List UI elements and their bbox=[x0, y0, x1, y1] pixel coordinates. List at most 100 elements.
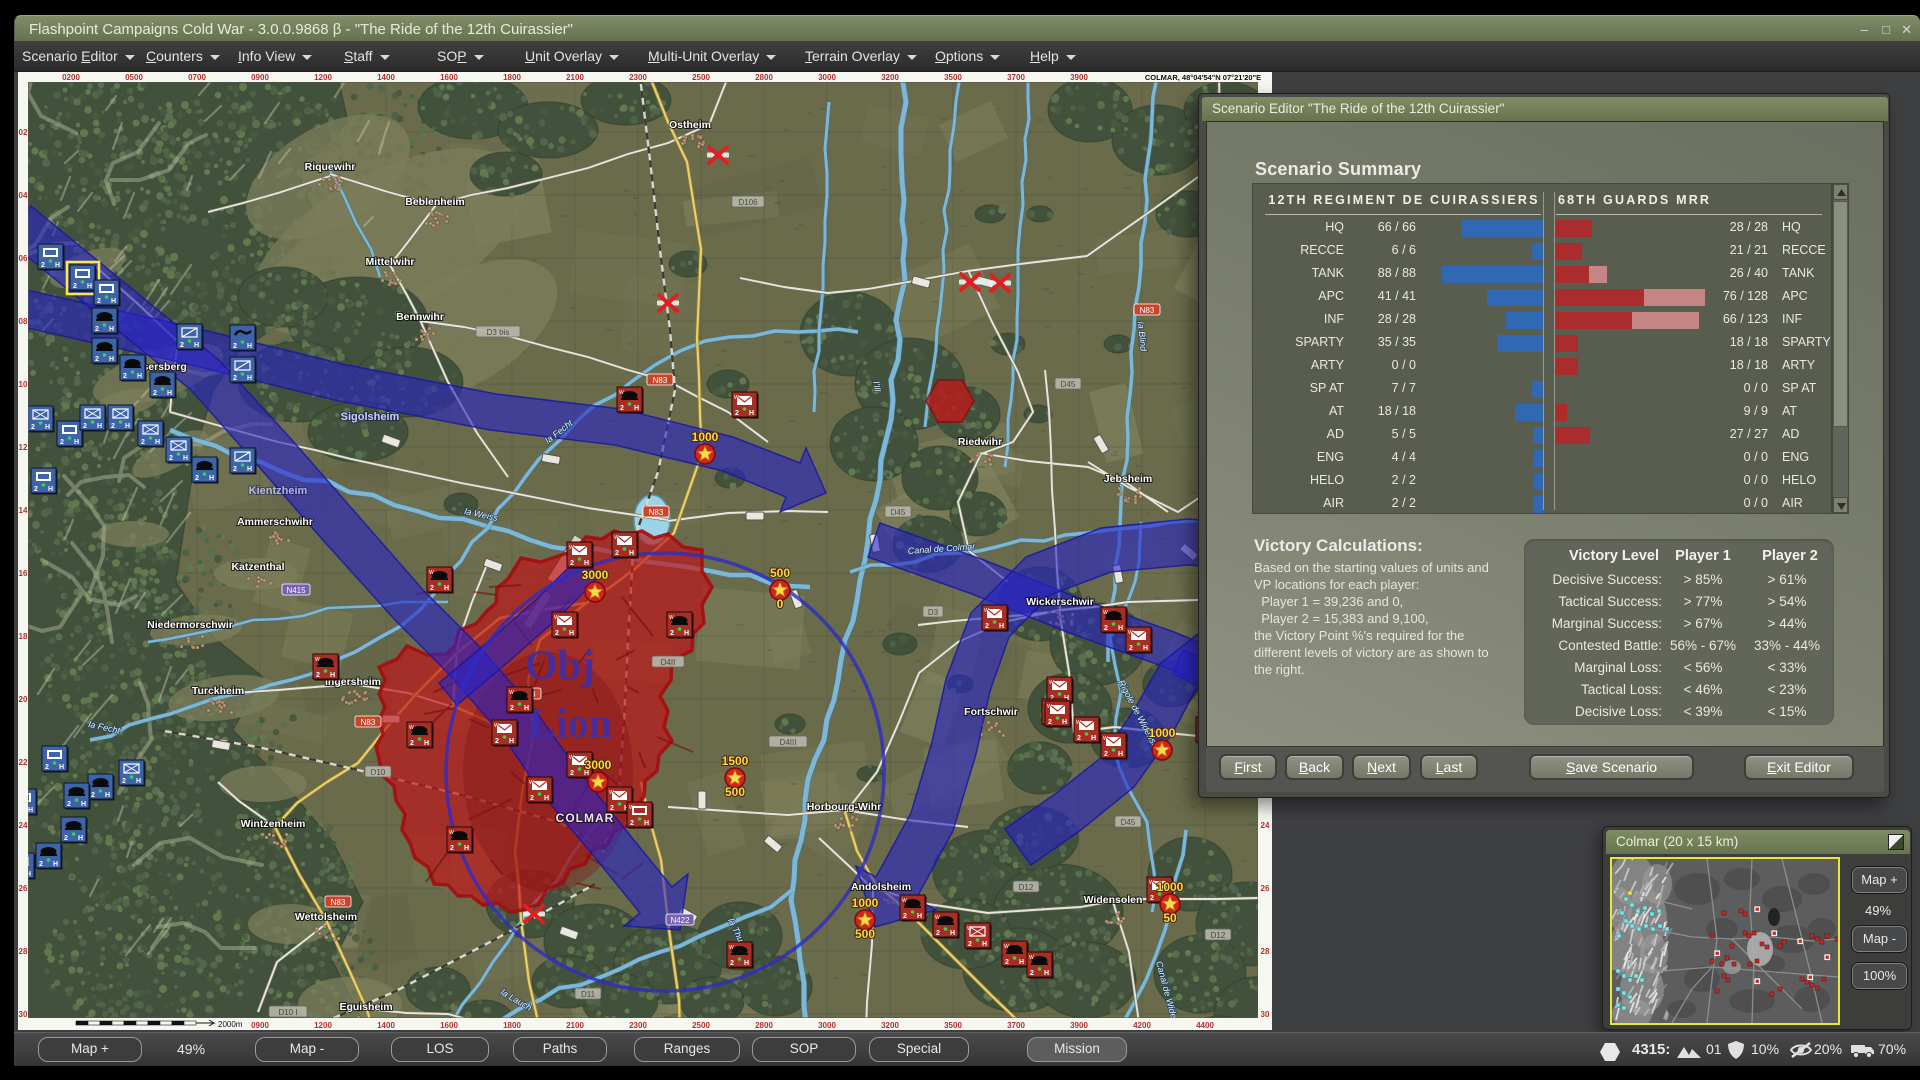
svg-text:06: 06 bbox=[19, 254, 28, 263]
svg-text:2: 2 bbox=[195, 475, 199, 482]
svg-text:1500: 1500 bbox=[722, 754, 749, 768]
svg-text:Fortschwir: Fortschwir bbox=[964, 706, 1018, 718]
svg-text:H: H bbox=[629, 550, 634, 557]
svg-text:2: 2 bbox=[1129, 645, 1133, 652]
svg-text:Andolsheim: Andolsheim bbox=[851, 881, 911, 893]
svg-text:2800: 2800 bbox=[755, 73, 773, 82]
svg-text:H: H bbox=[55, 262, 60, 269]
svg-text:28: 28 bbox=[1261, 947, 1270, 956]
svg-text:2: 2 bbox=[410, 740, 414, 747]
svg-text:2: 2 bbox=[91, 792, 95, 799]
svg-text:H: H bbox=[1019, 959, 1024, 966]
svg-text:W: W bbox=[1047, 704, 1052, 710]
svg-text:Widensolen: Widensolen bbox=[1084, 894, 1143, 906]
svg-text:08: 08 bbox=[19, 317, 28, 326]
svg-text:1600: 1600 bbox=[440, 1021, 458, 1030]
svg-text:H: H bbox=[59, 764, 64, 771]
svg-text:2: 2 bbox=[97, 298, 101, 305]
svg-text:Wickerschwir: Wickerschwir bbox=[1026, 596, 1094, 608]
svg-text:2: 2 bbox=[141, 439, 145, 446]
svg-text:H: H bbox=[569, 630, 574, 637]
svg-text:H: H bbox=[87, 283, 92, 290]
svg-text:2: 2 bbox=[180, 342, 184, 349]
svg-text:W: W bbox=[1128, 630, 1133, 636]
svg-text:02: 02 bbox=[19, 128, 28, 137]
svg-text:2: 2 bbox=[73, 283, 77, 290]
svg-text:2: 2 bbox=[41, 262, 45, 269]
svg-text:3000: 3000 bbox=[585, 758, 612, 772]
svg-text:W: W bbox=[494, 723, 499, 729]
svg-text:H: H bbox=[183, 455, 188, 462]
svg-text:2: 2 bbox=[122, 778, 126, 785]
svg-text:W: W bbox=[509, 690, 514, 696]
svg-text:W: W bbox=[554, 615, 559, 621]
svg-text:3200: 3200 bbox=[881, 73, 899, 82]
svg-text:Wettolsheim: Wettolsheim bbox=[295, 911, 357, 923]
svg-text:2: 2 bbox=[60, 439, 64, 446]
svg-text:0700: 0700 bbox=[188, 73, 206, 82]
svg-text:Lion: Lion bbox=[528, 701, 612, 747]
svg-text:H: H bbox=[917, 913, 922, 920]
svg-text:H: H bbox=[999, 623, 1004, 630]
svg-text:W: W bbox=[429, 570, 434, 576]
svg-text:H: H bbox=[194, 342, 199, 349]
svg-text:22: 22 bbox=[19, 758, 28, 767]
svg-text:Ostheim: Ostheim bbox=[669, 119, 711, 131]
svg-text:D45: D45 bbox=[1121, 818, 1136, 827]
svg-text:W: W bbox=[902, 898, 907, 904]
svg-text:N422: N422 bbox=[670, 916, 690, 925]
svg-text:0200: 0200 bbox=[62, 73, 80, 82]
svg-text:W: W bbox=[669, 615, 674, 621]
svg-text:2: 2 bbox=[233, 375, 237, 382]
svg-text:2: 2 bbox=[233, 343, 237, 350]
svg-text:0900: 0900 bbox=[251, 73, 269, 82]
svg-text:1000: 1000 bbox=[1157, 880, 1184, 894]
svg-text:D3: D3 bbox=[928, 608, 939, 617]
svg-text:H: H bbox=[749, 410, 754, 417]
svg-text:2: 2 bbox=[153, 390, 157, 397]
svg-text:H: H bbox=[424, 740, 429, 747]
svg-text:24: 24 bbox=[1261, 821, 1270, 830]
svg-text:W: W bbox=[967, 926, 972, 932]
svg-text:H: H bbox=[97, 423, 102, 430]
svg-text:2100: 2100 bbox=[566, 1021, 584, 1030]
svg-text:H: H bbox=[464, 845, 469, 852]
svg-text:1200: 1200 bbox=[314, 73, 332, 82]
svg-text:10: 10 bbox=[19, 380, 28, 389]
svg-text:2: 2 bbox=[968, 941, 972, 948]
svg-text:2: 2 bbox=[570, 770, 574, 777]
svg-text:H: H bbox=[74, 439, 79, 446]
svg-text:3700: 3700 bbox=[1007, 73, 1025, 82]
svg-text:H: H bbox=[167, 390, 172, 397]
svg-text:H: H bbox=[247, 343, 252, 350]
svg-text:H: H bbox=[584, 560, 589, 567]
svg-text:Bennwihr: Bennwihr bbox=[396, 311, 444, 323]
svg-text:Riedwihr: Riedwihr bbox=[958, 436, 1002, 448]
svg-text:N83: N83 bbox=[1140, 306, 1155, 315]
svg-text:W: W bbox=[409, 725, 414, 731]
svg-text:COLMAR, 48°04'54"N 07°21'20"E: COLMAR, 48°04'54"N 07°21'20"E bbox=[1145, 73, 1261, 82]
svg-text:16: 16 bbox=[19, 569, 28, 578]
svg-text:0900: 0900 bbox=[251, 1021, 269, 1030]
svg-text:N83: N83 bbox=[653, 376, 668, 385]
svg-text:2300: 2300 bbox=[629, 1021, 647, 1030]
svg-text:H: H bbox=[444, 585, 449, 592]
svg-text:2800: 2800 bbox=[755, 1021, 773, 1030]
svg-text:2300: 2300 bbox=[629, 73, 647, 82]
svg-text:2: 2 bbox=[1048, 719, 1052, 726]
svg-text:24: 24 bbox=[19, 821, 28, 830]
svg-text:2: 2 bbox=[95, 326, 99, 333]
svg-text:W: W bbox=[1103, 610, 1108, 616]
svg-text:2: 2 bbox=[730, 960, 734, 967]
svg-text:2: 2 bbox=[735, 410, 739, 417]
svg-text:D10: D10 bbox=[371, 768, 386, 777]
svg-text:2: 2 bbox=[45, 764, 49, 771]
svg-text:H: H bbox=[684, 630, 689, 637]
svg-text:H: H bbox=[136, 778, 141, 785]
svg-text:H: H bbox=[109, 326, 114, 333]
svg-text:H: H bbox=[45, 424, 50, 431]
svg-text:W: W bbox=[315, 657, 320, 663]
svg-text:Katzenthal: Katzenthal bbox=[231, 561, 284, 573]
svg-text:W: W bbox=[569, 545, 574, 551]
svg-text:4400: 4400 bbox=[1196, 1021, 1214, 1030]
